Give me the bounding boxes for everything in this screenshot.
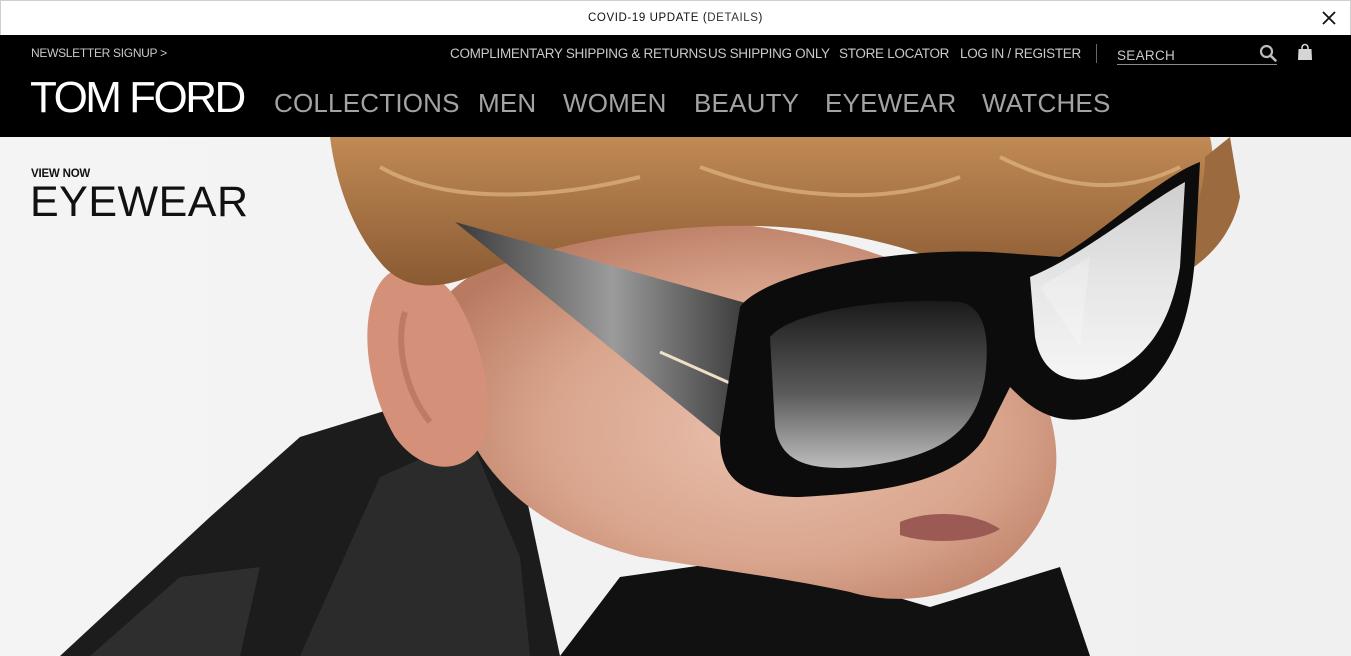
- announcement-bar: COVID-19 UPDATE (DETAILS): [0, 0, 1351, 35]
- hero-title[interactable]: EYEWEAR: [30, 181, 249, 224]
- shipping-returns-link[interactable]: COMPLIMENTARY SHIPPING & RETURNS: [450, 46, 707, 61]
- store-locator-link[interactable]: STORE LOCATOR: [839, 46, 949, 61]
- newsletter-signup-link[interactable]: NEWSLETTER SIGNUP >: [31, 46, 167, 60]
- nav-beauty[interactable]: BEAUTY: [694, 90, 799, 116]
- nav-men[interactable]: MEN: [478, 90, 536, 116]
- nav-collections[interactable]: COLLECTIONS: [274, 90, 460, 116]
- search-input[interactable]: [1117, 42, 1252, 63]
- nav-eyewear[interactable]: EYEWEAR: [825, 90, 956, 116]
- brand-logo[interactable]: TOM FORD: [30, 76, 246, 120]
- close-icon[interactable]: [1320, 9, 1338, 27]
- hero-banner[interactable]: VIEW NOW EYEWEAR: [0, 137, 1351, 656]
- search-box: [1117, 41, 1277, 65]
- shopping-bag-icon[interactable]: [1297, 43, 1313, 61]
- announcement-suffix: ): [758, 12, 763, 24]
- nav-watches[interactable]: WATCHES: [982, 90, 1111, 116]
- us-shipping-link[interactable]: US SHIPPING ONLY: [708, 46, 830, 61]
- announcement-text: COVID-19 UPDATE (: [588, 12, 708, 24]
- divider: [1096, 44, 1097, 63]
- login-register-link[interactable]: LOG IN / REGISTER: [960, 46, 1081, 61]
- announcement-details-link[interactable]: DETAILS: [707, 12, 758, 24]
- search-icon[interactable]: [1259, 44, 1277, 62]
- nav-women[interactable]: WOMEN: [563, 90, 667, 116]
- site-header: NEWSLETTER SIGNUP > COMPLIMENTARY SHIPPI…: [0, 35, 1351, 137]
